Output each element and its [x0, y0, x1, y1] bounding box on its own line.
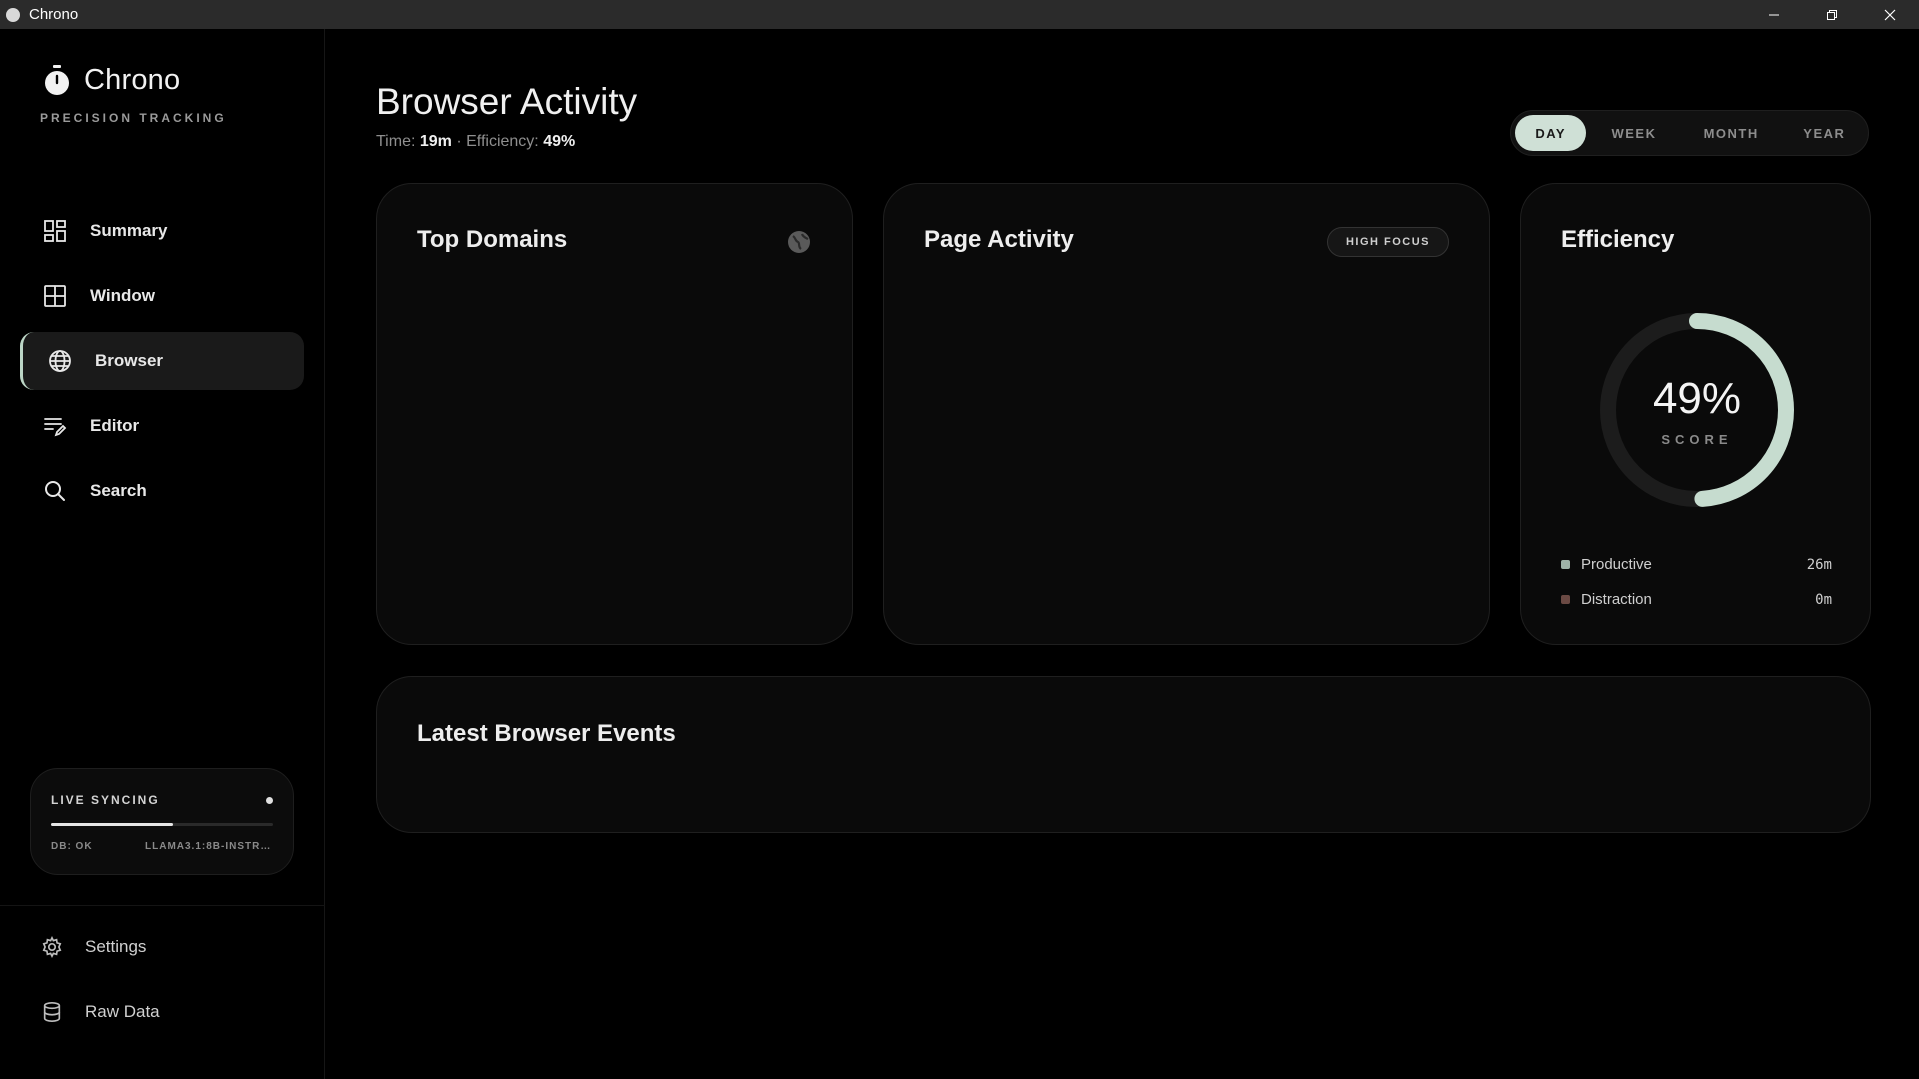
database-icon [40, 1000, 64, 1024]
latest-events-card: Latest Browser Events [376, 676, 1871, 833]
card-title: Top Domains [417, 226, 568, 253]
app-icon [6, 7, 20, 22]
sidebar: Chrono PRECISION TRACKING Summary Window… [0, 29, 325, 1079]
time-value: 19m [419, 133, 452, 150]
range-toggle: DAY WEEK MONTH YEAR [1510, 110, 1869, 156]
sidebar-bottom-nav: Settings Raw Data [40, 929, 160, 1059]
minimize-icon [1769, 14, 1779, 15]
main-content: Browser Activity Time: 19m · Efficiency:… [326, 29, 1919, 1079]
range-year-button[interactable]: YEAR [1781, 115, 1868, 151]
brand: Chrono PRECISION TRACKING [40, 63, 227, 126]
sidebar-item-label: Settings [85, 937, 147, 956]
close-button[interactable] [1861, 0, 1919, 29]
legend-label: Productive [1581, 556, 1652, 573]
sidebar-nav: Summary Window Browser Editor Search [20, 202, 304, 527]
brand-name: Chrono [84, 63, 181, 96]
window-grid-icon [42, 283, 68, 309]
sidebar-item-label: Summary [90, 221, 168, 240]
sidebar-item-window[interactable]: Window [20, 267, 304, 325]
dashboard-grid-icon [42, 218, 68, 244]
range-week-button[interactable]: WEEK [1586, 115, 1681, 151]
sidebar-item-label: Raw Data [85, 1002, 160, 1021]
gauge-score-value: 49% [1652, 374, 1742, 423]
efficiency-label: Efficiency: [466, 133, 539, 150]
legend-swatch [1561, 595, 1570, 604]
card-title: Page Activity [924, 226, 1074, 253]
legend-distraction: Distraction 0m [1561, 591, 1832, 608]
sync-progress-bar [51, 823, 273, 826]
card-title: Latest Browser Events [417, 720, 676, 747]
legend-label: Distraction [1581, 591, 1652, 608]
brand-tagline: PRECISION TRACKING [40, 111, 227, 125]
sync-progress-fill [51, 823, 174, 826]
maximize-button[interactable] [1803, 0, 1861, 29]
model-name: LLAMA3.1:8B-INSTRUCT [145, 841, 271, 852]
globe-icon [47, 348, 73, 374]
gauge-score-label: SCORE [1661, 432, 1733, 447]
legend-value: 26m [1806, 556, 1832, 573]
sync-status-card: LIVE SYNCING DB: OK LLAMA3.1:8B-INSTRUCT [30, 768, 294, 875]
range-day-button[interactable]: DAY [1515, 115, 1587, 151]
sidebar-divider [0, 905, 325, 906]
restore-icon [1827, 9, 1837, 20]
sync-title: LIVE SYNCING [51, 793, 160, 807]
sidebar-item-raw-data[interactable]: Raw Data [40, 994, 160, 1030]
efficiency-card: Efficiency 49% SCORE Productive 26m Dist… [1520, 183, 1871, 645]
page-stats: Time: 19m · Efficiency: 49% [376, 133, 575, 151]
card-title: Efficiency [1561, 226, 1675, 253]
efficiency-value: 49% [543, 133, 576, 150]
efficiency-gauge: 49% SCORE [1597, 310, 1797, 510]
sidebar-item-label: Browser [95, 351, 164, 370]
db-status: DB: OK [51, 841, 93, 852]
page-activity-card: Page Activity HIGH FOCUS [883, 183, 1490, 645]
title-bar: Chrono [0, 0, 1919, 29]
gear-icon [40, 935, 64, 959]
sync-indicator-dot [266, 797, 273, 804]
window-title: Chrono [29, 6, 79, 23]
range-month-button[interactable]: MONTH [1682, 115, 1781, 151]
window-controls [1745, 0, 1919, 29]
edit-lines-icon [42, 413, 68, 439]
top-domains-card: Top Domains [376, 183, 853, 645]
sidebar-item-label: Search [90, 481, 147, 500]
legend-swatch [1561, 560, 1570, 569]
stats-separator: · [456, 133, 462, 150]
sidebar-item-editor[interactable]: Editor [20, 397, 304, 455]
globe-icon[interactable] [786, 229, 812, 255]
sidebar-item-search[interactable]: Search [20, 462, 304, 520]
page-title: Browser Activity [376, 81, 638, 122]
search-icon [42, 478, 68, 504]
minimize-button[interactable] [1745, 0, 1803, 29]
sidebar-item-summary[interactable]: Summary [20, 202, 304, 260]
sidebar-item-label: Editor [90, 416, 140, 435]
time-label: Time: [376, 133, 416, 150]
legend-productive: Productive 26m [1561, 556, 1832, 573]
sidebar-item-settings[interactable]: Settings [40, 929, 160, 965]
stopwatch-icon [45, 65, 69, 95]
focus-badge: HIGH FOCUS [1326, 227, 1449, 257]
legend-value: 0m [1815, 591, 1832, 608]
sidebar-item-browser[interactable]: Browser [20, 332, 304, 390]
close-icon [1884, 9, 1896, 20]
sidebar-item-label: Window [90, 286, 155, 305]
